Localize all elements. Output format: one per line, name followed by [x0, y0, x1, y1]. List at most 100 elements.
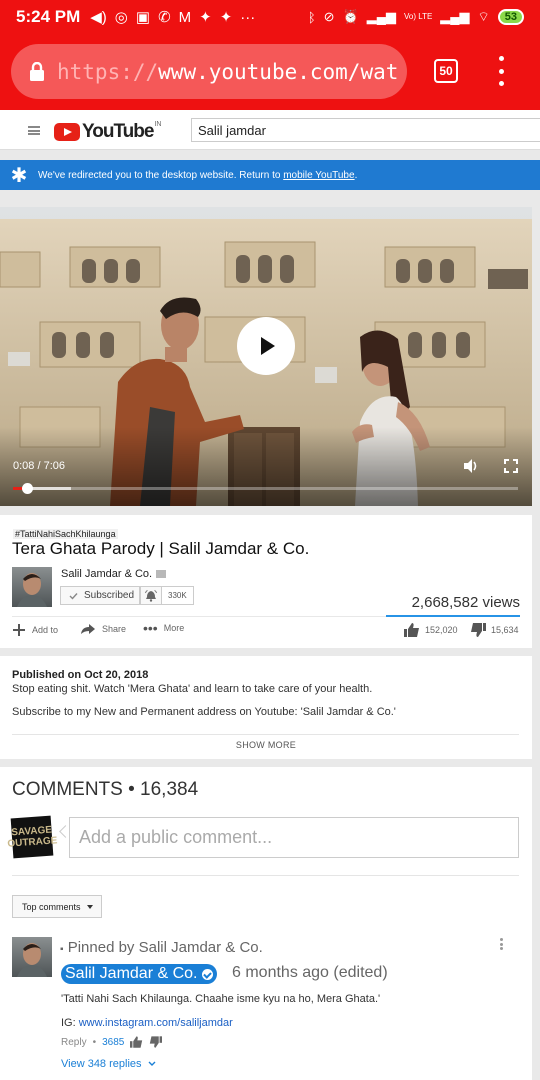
sort-comments-dropdown[interactable]: Top comments [12, 895, 102, 918]
youtube-logo[interactable]: YouTube IN [54, 121, 161, 143]
reply-button[interactable]: Reply [61, 1037, 87, 1048]
youtube-wordmark: YouTube [82, 121, 154, 142]
subscribed-label: Subscribed [84, 590, 135, 601]
more-label: More [163, 623, 185, 633]
status-time: 5:24 PM [16, 7, 81, 26]
video-player[interactable]: 0:08 / 7:06 [0, 207, 532, 506]
url-bar[interactable]: https://www.youtube.com/wat [11, 44, 407, 99]
divider [12, 616, 386, 617]
thumbs-up-icon [404, 623, 419, 637]
comment-text-ig: IG: www.instagram.com/saliljamdar [61, 1017, 233, 1029]
dislike-button[interactable]: 15,634 [470, 623, 519, 637]
banner-text: We've redirected you to the desktop webs… [38, 169, 358, 181]
check-icon [69, 592, 78, 600]
channel-avatar-image [17, 573, 47, 607]
view-count: 2,668,582 views [411, 594, 520, 611]
browser-menu-icon[interactable] [494, 56, 508, 86]
comment-actions: Reply • 3685 [61, 1036, 163, 1048]
system-icons: ᛒ ⊘ ⏰ ▂▄▆ Vo) LTE ▂▄▆ ⌔ 53 [308, 9, 524, 25]
share-icon [81, 624, 95, 634]
publish-date: Published on Oct 20, 2018 [12, 669, 149, 681]
more-notifications-icon: ··· [240, 8, 256, 26]
like-button[interactable]: 152,020 [404, 623, 458, 637]
more-dots-icon: ••• [143, 620, 158, 636]
url-scheme: https:// [57, 59, 159, 84]
video-info-card: #TattiNahiSachKhilaunga Tera Ghata Parod… [0, 515, 532, 648]
search-input[interactable]: Salil jamdar [191, 118, 540, 142]
plus-icon [13, 624, 25, 636]
comment-text: 'Tatti Nahi Sach Khilaunga. Chaahe isme … [61, 993, 381, 1005]
youtube-header: YouTube IN Salil jamdar [0, 110, 540, 150]
share-label: Share [102, 624, 127, 634]
show-more-button[interactable]: SHOW MORE [0, 740, 532, 750]
whatsapp-icon: ✆ [158, 9, 171, 26]
thumbs-up-icon[interactable] [130, 1036, 143, 1048]
thumbs-down-icon[interactable] [149, 1036, 163, 1048]
pinned-label: ▪ Pinned by Salil Jamdar & Co. [60, 939, 263, 956]
commenter-avatar[interactable] [12, 937, 52, 977]
thumbs-down-icon [471, 623, 486, 637]
notification-bell-button[interactable] [140, 586, 162, 605]
add-to-label: Add to [32, 625, 59, 635]
divider [12, 875, 519, 876]
bluetooth-icon: ᛒ [307, 9, 316, 25]
dislike-count: 15,634 [491, 625, 519, 635]
asterisk-icon: ✱ [10, 164, 28, 187]
scrubber-handle[interactable] [22, 483, 33, 494]
user-avatar: SAVAGE OUTRAGE [7, 815, 58, 859]
wifi-icon: ⌔ [477, 9, 490, 24]
hashtag-link[interactable]: #TattiNahiSachKhilaunga [13, 529, 118, 539]
comment-menu-icon[interactable] [500, 938, 504, 950]
instagram-link[interactable]: www.instagram.com/saliljamdar [79, 1017, 233, 1029]
caret-down-icon [86, 904, 93, 909]
comment-timestamp[interactable]: 6 months ago (edited) [232, 964, 388, 982]
sort-label: Top comments [22, 901, 81, 912]
description-line: Stop eating shit. Watch 'Mera Ghata' and… [12, 683, 373, 695]
signal-icon: ▂▄▆ [440, 9, 470, 24]
comments-section: COMMENTS • 16,384 SAVAGE OUTRAGE Add a p… [0, 767, 532, 1080]
subscriber-count: 330K [161, 586, 194, 605]
url-text[interactable]: https://www.youtube.com/wat [57, 60, 398, 84]
channel-avatar[interactable] [12, 567, 52, 607]
comment-like-count: 3685 [102, 1036, 125, 1048]
commenter-avatar-image [17, 943, 47, 977]
pin-icon: ▪ [60, 944, 64, 955]
dnd-icon: ⊘ [323, 9, 335, 24]
signal-icon: ▂▄▆ [366, 9, 396, 24]
divider [12, 734, 519, 735]
like-ratio-bar [386, 615, 520, 617]
fullscreen-icon[interactable] [504, 459, 518, 473]
status-bar: 5:24 PM ◀) ◎ ▣ ✆ M ✦ ✦ ··· ᛒ ⊘ ⏰ ▂▄▆ Vo)… [0, 0, 540, 34]
bell-icon [145, 589, 157, 602]
description-card: Published on Oct 20, 2018 Stop eating sh… [0, 656, 532, 759]
time-display: 0:08 / 7:06 [13, 460, 65, 472]
alarm-icon: ⏰ [342, 9, 359, 24]
verified-icon [156, 570, 167, 579]
browser-toolbar: https://www.youtube.com/wat 50 [0, 34, 540, 110]
share-button[interactable]: Share [80, 623, 126, 635]
comment-input[interactable]: Add a public comment... [69, 817, 519, 858]
comment-author[interactable]: Salil Jamdar & Co. [61, 964, 217, 984]
channel-name[interactable]: Salil Jamdar & Co. [61, 568, 167, 580]
gmail-icon: M [178, 8, 192, 26]
tab-switcher-button[interactable]: 50 [434, 59, 458, 83]
add-to-button[interactable]: Add to [12, 623, 58, 637]
lock-icon [30, 61, 44, 81]
hamburger-menu-icon[interactable] [28, 126, 40, 135]
subscribed-button[interactable]: Subscribed [60, 586, 140, 605]
volume-icon[interactable] [462, 457, 480, 475]
view-replies-button[interactable]: View 348 replies [61, 1058, 156, 1070]
like-count: 152,020 [425, 625, 458, 635]
region-label: IN [154, 120, 162, 128]
comments-header: COMMENTS • 16,384 [12, 779, 199, 800]
progress-bar[interactable] [13, 487, 518, 490]
more-button[interactable]: ••• More [143, 620, 185, 636]
play-button[interactable] [237, 317, 295, 375]
verified-check-icon [201, 968, 213, 980]
sound-icon: ◀) [90, 9, 107, 26]
redirect-banner: ✱ We've redirected you to the desktop we… [0, 160, 540, 190]
notification-icons: ◀) ◎ ▣ ✆ M ✦ ✦ ··· [90, 8, 256, 27]
battery-icon: 53 [497, 9, 524, 25]
mobile-youtube-link[interactable]: mobile YouTube [283, 170, 354, 181]
youtube-play-logo-icon [54, 123, 80, 141]
